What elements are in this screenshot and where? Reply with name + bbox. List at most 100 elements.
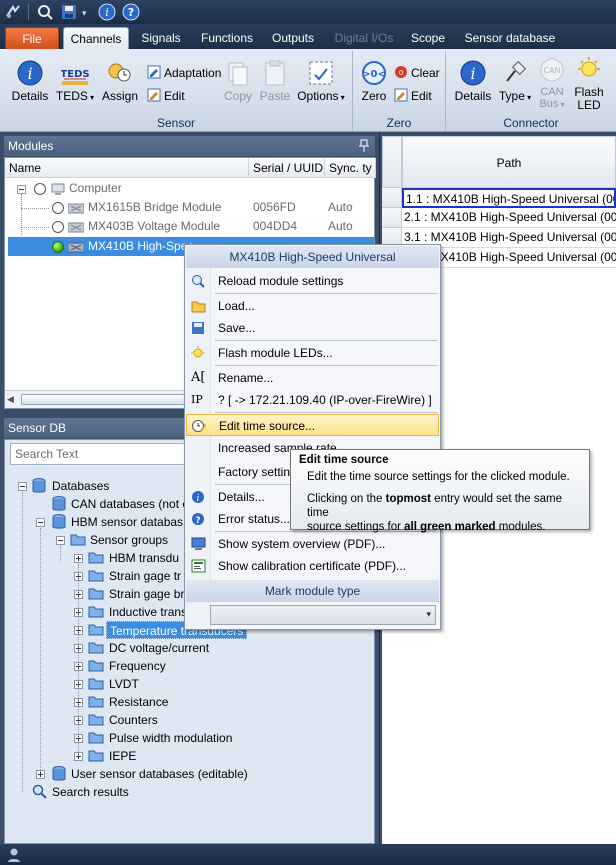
folder-icon xyxy=(88,604,104,618)
svg-text:i: i xyxy=(197,494,200,504)
quick-access-toolbar: ▾ i ? xyxy=(0,0,616,24)
row-header[interactable] xyxy=(382,208,402,228)
connector-type-button[interactable]: Type ▾ xyxy=(496,59,534,103)
tab-digital-ios: Digital I/Os xyxy=(334,31,394,45)
tab-functions[interactable]: Functions xyxy=(196,27,258,50)
module-icon xyxy=(68,242,84,254)
tree-item-can-databases[interactable]: CAN databases (not c xyxy=(71,495,188,513)
info-icon[interactable]: i xyxy=(98,3,116,21)
grid-row-selected[interactable]: 1.1 : MX410B High-Speed Universal (0057 xyxy=(402,188,616,208)
connector-group-label: Connector xyxy=(503,116,559,130)
clear-zero-button[interactable]: 0 Clear xyxy=(394,64,440,82)
tab-signals[interactable]: Signals xyxy=(136,27,186,50)
app-icon[interactable] xyxy=(4,3,22,21)
tree-row-module[interactable]: MX403B Voltage Module xyxy=(88,217,252,236)
search-results-icon xyxy=(32,784,48,799)
menu-item-ip-address[interactable]: IP ? [ -> 172.21.109.40 (IP-over-FireWir… xyxy=(186,389,439,411)
tree-collapse-icon[interactable] xyxy=(18,482,27,491)
tree-item-sensor-groups[interactable]: Sensor groups xyxy=(90,531,168,549)
connector-details-button[interactable]: i Details xyxy=(452,59,494,103)
menu-item-rename[interactable]: A[ Rename... xyxy=(186,367,439,389)
rename-icon: A[ xyxy=(191,370,206,385)
zero-button[interactable]: >0< Zero xyxy=(358,59,390,103)
tree-expand-icon[interactable] xyxy=(74,554,83,563)
tab-channels[interactable]: Channels xyxy=(63,27,129,51)
column-header-path[interactable]: Path xyxy=(402,136,616,188)
scroll-left-icon[interactable]: ◀ xyxy=(7,394,14,405)
tab-file[interactable]: File xyxy=(5,27,59,50)
module-active-radio[interactable] xyxy=(52,241,64,253)
qat-dropdown-icon[interactable]: ▾ xyxy=(82,8,87,19)
tree-item-sensor-group[interactable]: Strain gage tr xyxy=(109,567,181,585)
tree-item-sensor-group[interactable]: Resistance xyxy=(109,693,168,711)
menu-item-flash-module-leds[interactable]: Flash module LEDs... xyxy=(186,342,439,364)
module-radio[interactable] xyxy=(52,202,64,214)
tree-item-sensor-group[interactable]: Frequency xyxy=(109,657,166,675)
save-icon[interactable] xyxy=(60,3,78,21)
column-header-sync[interactable]: Sync. ty xyxy=(325,158,376,178)
help-icon[interactable]: ? xyxy=(122,3,140,21)
search-hardware-icon[interactable] xyxy=(36,3,54,21)
menu-item-reload-module-settings[interactable]: Reload module settings xyxy=(186,270,439,292)
tree-item-user-sensor-databases[interactable]: User sensor databases (editable) xyxy=(71,765,248,783)
tree-item-sensor-group[interactable]: HBM transdu xyxy=(109,549,179,567)
tree-collapse-icon[interactable] xyxy=(56,536,65,545)
column-header-name[interactable]: Name xyxy=(5,158,249,178)
tree-item-sensor-group[interactable]: Inductive trans xyxy=(109,603,187,621)
context-menu-header: MX410B High-Speed Universal xyxy=(186,246,439,268)
pin-icon[interactable] xyxy=(359,139,369,153)
tree-item-sensor-group[interactable]: Pulse width modulation xyxy=(109,729,232,747)
module-radio[interactable] xyxy=(52,221,64,233)
tree-row-module[interactable]: MX1615B Bridge Module xyxy=(88,198,252,217)
module-sync: Auto xyxy=(328,200,353,214)
mark-module-type-dropdown[interactable]: ▾ xyxy=(210,605,436,625)
tree-item-sensor-group[interactable]: Strain gage br xyxy=(109,585,184,603)
menu-item-edit-time-source[interactable]: Edit time source... xyxy=(186,414,439,436)
grid-row[interactable]: 2.1 : MX410B High-Speed Universal (00570 xyxy=(402,208,616,228)
certificate-icon xyxy=(191,559,206,573)
edit-icon xyxy=(147,88,161,102)
module-icon xyxy=(68,222,84,234)
tab-scope[interactable]: Scope xyxy=(406,27,450,50)
svg-text:?: ? xyxy=(195,516,200,526)
edit-time-source-icon xyxy=(192,419,207,433)
tree-collapse-icon[interactable] xyxy=(17,185,26,194)
tree-item-sensor-group[interactable]: DC voltage/current xyxy=(109,639,209,657)
menu-item-load[interactable]: Load... xyxy=(186,295,439,317)
tree-item-hbm-sensor-database[interactable]: HBM sensor databas xyxy=(71,513,183,531)
tree-row-computer[interactable]: Computer xyxy=(69,179,122,198)
svg-text:0: 0 xyxy=(399,69,403,77)
folder-icon xyxy=(88,658,104,672)
tree-collapse-icon[interactable] xyxy=(36,518,45,527)
tree-item-sensor-group[interactable]: IEPE xyxy=(109,747,136,765)
tree-item-databases[interactable]: Databases xyxy=(52,477,109,495)
folder-icon xyxy=(88,730,104,744)
row-header[interactable] xyxy=(382,188,402,208)
assign-button[interactable]: Assign xyxy=(100,59,140,103)
tree-item-sensor-group[interactable]: Counters xyxy=(109,711,158,729)
status-user-icon[interactable] xyxy=(6,847,22,863)
paste-button: Paste xyxy=(258,59,292,103)
tree-item-search-results[interactable]: Search results xyxy=(52,783,129,801)
tree-item-sensor-group[interactable]: LVDT xyxy=(109,675,139,693)
adaptation-button[interactable]: Adaptation xyxy=(147,64,221,82)
sensor-edit-button[interactable]: Edit xyxy=(147,87,185,105)
adaptation-icon xyxy=(147,65,161,79)
column-header-serial[interactable]: Serial / UUID xyxy=(249,158,325,178)
zero-edit-button[interactable]: Edit xyxy=(394,87,432,105)
flash-led-button[interactable]: Flash LED xyxy=(570,56,608,112)
tab-sensor-database[interactable]: Sensor database xyxy=(460,27,560,50)
flash-led-icon xyxy=(575,56,603,84)
ribbon-tab-bar: File Channels Signals Functions Outputs … xyxy=(0,24,616,51)
options-button[interactable]: Options ▾ xyxy=(296,59,346,103)
options-dropdown-arrow-icon: ▾ xyxy=(338,93,345,102)
menu-item-save[interactable]: Save... xyxy=(186,317,439,339)
menu-item-show-calibration-certificate[interactable]: Show calibration certificate (PDF)... xyxy=(186,555,439,577)
tree-row-module-label: MX410B High-Spee xyxy=(88,239,195,253)
teds-button[interactable]: TEDS TEDS ▾ xyxy=(54,59,96,103)
module-radio[interactable] xyxy=(34,183,46,195)
menu-item-show-system-overview[interactable]: Show system overview (PDF)... xyxy=(186,533,439,555)
tab-outputs[interactable]: Outputs xyxy=(266,27,320,50)
sensor-details-button[interactable]: i Details xyxy=(8,59,52,103)
paste-icon xyxy=(261,59,289,87)
